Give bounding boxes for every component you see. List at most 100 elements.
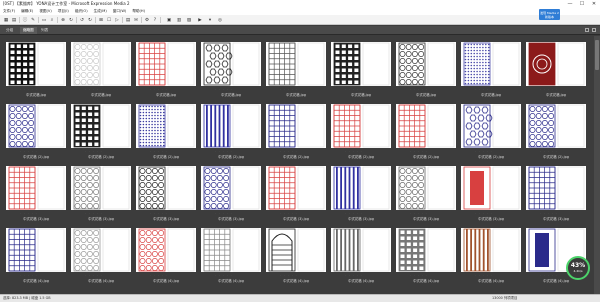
rating-stars[interactable]: · · · · · xyxy=(345,273,363,277)
rating-stars[interactable]: · · · · · xyxy=(280,211,298,215)
thumbnail-item[interactable]: · · · · · 中式花格 (2).jpg xyxy=(136,102,196,162)
print-icon[interactable]: ▤ xyxy=(125,17,131,23)
grid-icon[interactable]: ▤ xyxy=(11,17,17,23)
rotate-left-icon[interactable]: ↺ xyxy=(79,17,85,23)
thumbnail-image[interactable] xyxy=(461,104,521,148)
catalog-icon[interactable]: ▣ xyxy=(165,17,173,23)
thumbnail-image[interactable] xyxy=(461,166,521,210)
view-icon[interactable]: ▦ xyxy=(3,17,9,23)
refresh-icon[interactable]: ↻ xyxy=(68,17,74,23)
thumbnail-item[interactable]: · · · · · 中式花格 (3).jpg xyxy=(331,164,391,224)
rating-stars[interactable]: · · · · · xyxy=(85,273,103,277)
panel-toggle-icon[interactable] xyxy=(585,28,589,32)
menu-item[interactable]: 组织(O) xyxy=(75,8,88,15)
thumbnail-image[interactable] xyxy=(71,166,131,210)
menu-item[interactable]: 文件(F) xyxy=(3,8,15,15)
thumbnail-item[interactable]: · · · · · 中式花格 (3).jpg xyxy=(526,164,586,224)
burn-icon[interactable]: ◎ xyxy=(216,17,224,23)
info-icon[interactable]: ⓘ xyxy=(22,17,28,23)
thumbnail-item[interactable]: · · · · · 中式花格.jpg xyxy=(201,40,261,100)
thumbnail-image[interactable] xyxy=(461,42,521,86)
rating-stars[interactable]: · · · · · xyxy=(20,211,38,215)
rating-stars[interactable]: · · · · · xyxy=(150,273,168,277)
thumbnail-image[interactable] xyxy=(266,42,326,86)
thumbnail-image[interactable] xyxy=(331,42,391,86)
rating-stars[interactable]: · · · · · xyxy=(280,273,298,277)
thumbnail-item[interactable]: · · · · · 中式花格 (3).jpg xyxy=(6,164,66,224)
thumbnail-image[interactable] xyxy=(396,42,456,86)
thumbnail-image[interactable] xyxy=(136,228,196,272)
thumbnail-image[interactable] xyxy=(266,228,326,272)
minimize-button[interactable]: — xyxy=(564,0,576,8)
vertical-scrollbar[interactable] xyxy=(594,36,600,294)
rating-stars[interactable]: · · · · · xyxy=(215,273,233,277)
thumbnail-image[interactable] xyxy=(6,42,66,86)
options-icon[interactable]: ⚙ xyxy=(144,17,150,23)
thumbnail-item[interactable]: · · · · · 中式花格 (4).jpg xyxy=(331,226,391,286)
thumbnail-image[interactable] xyxy=(6,166,66,210)
thumbnail-item[interactable]: · · · · · 中式花格 (4).jpg xyxy=(6,226,66,286)
rating-stars[interactable]: · · · · · xyxy=(85,211,103,215)
thumbnail-item[interactable]: · · · · · 中式花格 (2).jpg xyxy=(331,102,391,162)
edit-icon[interactable]: ✎ xyxy=(30,17,36,23)
thumbnail-image[interactable] xyxy=(136,42,196,86)
thumbnail-image[interactable] xyxy=(331,228,391,272)
tab-list[interactable]: 列表 xyxy=(38,27,51,34)
tab-thumbnails[interactable]: 缩略图 xyxy=(20,27,37,34)
rotate-right-icon[interactable]: ↻ xyxy=(87,17,93,23)
thumbnail-item[interactable]: · · · · · 中式花格.jpg xyxy=(461,40,521,100)
thumbnail-image[interactable] xyxy=(396,228,456,272)
menu-item[interactable]: 编辑(E) xyxy=(21,8,33,15)
panel-close-icon[interactable] xyxy=(592,28,596,32)
rating-stars[interactable]: · · · · · xyxy=(540,149,558,153)
thumbnail-image[interactable] xyxy=(526,42,586,86)
folder-icon[interactable]: ▭ xyxy=(41,17,47,23)
thumbnail-image[interactable] xyxy=(71,104,131,148)
thumbnail-image[interactable] xyxy=(6,104,66,148)
rating-stars[interactable]: · · · · · xyxy=(410,211,428,215)
close-button[interactable]: ✕ xyxy=(588,0,600,8)
thumbnail-item[interactable]: · · · · · 中式花格.jpg xyxy=(331,40,391,100)
rating-stars[interactable]: · · · · · xyxy=(20,149,38,153)
rating-stars[interactable]: · · · · · xyxy=(150,211,168,215)
rating-stars[interactable]: · · · · · xyxy=(215,87,233,91)
thumbnail-image[interactable] xyxy=(136,104,196,148)
rating-stars[interactable]: · · · · · xyxy=(20,273,38,277)
thumbnail-item[interactable]: · · · · · 中式花格 (2).jpg xyxy=(396,102,456,162)
thumbnail-image[interactable] xyxy=(71,228,131,272)
rating-stars[interactable]: · · · · · xyxy=(410,87,428,91)
thumbnail-image[interactable] xyxy=(396,166,456,210)
thumbnail-item[interactable]: · · · · · 中式花格.jpg xyxy=(266,40,326,100)
thumbnail-item[interactable]: · · · · · 中式花格 (3).jpg xyxy=(461,164,521,224)
rating-stars[interactable]: · · · · · xyxy=(150,87,168,91)
menu-item[interactable]: 项目(I) xyxy=(58,8,69,15)
thumbnail-image[interactable] xyxy=(396,104,456,148)
rating-stars[interactable]: · · · · · xyxy=(280,149,298,153)
menu-item[interactable]: 窗口(W) xyxy=(113,8,127,15)
rating-stars[interactable]: · · · · · xyxy=(475,211,493,215)
menu-item[interactable]: 帮助(H) xyxy=(132,8,145,15)
thumbnail-item[interactable]: · · · · · 中式花格 (4).jpg xyxy=(71,226,131,286)
thumbnail-item[interactable]: · · · · · 中式花格 (2).jpg xyxy=(71,102,131,162)
menu-item[interactable]: 生成(M) xyxy=(94,8,107,15)
rating-stars[interactable]: · · · · · xyxy=(215,149,233,153)
thumbnail-image[interactable] xyxy=(201,166,261,210)
rating-stars[interactable]: · · · · · xyxy=(410,273,428,277)
thumbnail-image[interactable] xyxy=(526,104,586,148)
search-icon[interactable]: ⌕ xyxy=(49,17,55,23)
rating-stars[interactable]: · · · · · xyxy=(475,149,493,153)
thumbnail-item[interactable]: · · · · · 中式花格.jpg xyxy=(6,40,66,100)
play-icon[interactable]: ▶ xyxy=(196,17,204,23)
play-options-icon[interactable]: ▾ xyxy=(206,17,214,23)
rating-stars[interactable]: · · · · · xyxy=(540,211,558,215)
email-icon[interactable]: ✉ xyxy=(133,17,139,23)
thumbnail-image[interactable] xyxy=(461,228,521,272)
thumbnail-item[interactable]: · · · · · 中式花格.jpg xyxy=(396,40,456,100)
rating-stars[interactable]: · · · · · xyxy=(85,149,103,153)
thumbnail-image[interactable] xyxy=(526,166,586,210)
rating-stars[interactable]: · · · · · xyxy=(475,87,493,91)
rating-stars[interactable]: · · · · · xyxy=(215,211,233,215)
help-icon[interactable]: ? xyxy=(152,17,158,23)
thumbnail-image[interactable] xyxy=(266,166,326,210)
rating-stars[interactable]: · · · · · xyxy=(410,149,428,153)
